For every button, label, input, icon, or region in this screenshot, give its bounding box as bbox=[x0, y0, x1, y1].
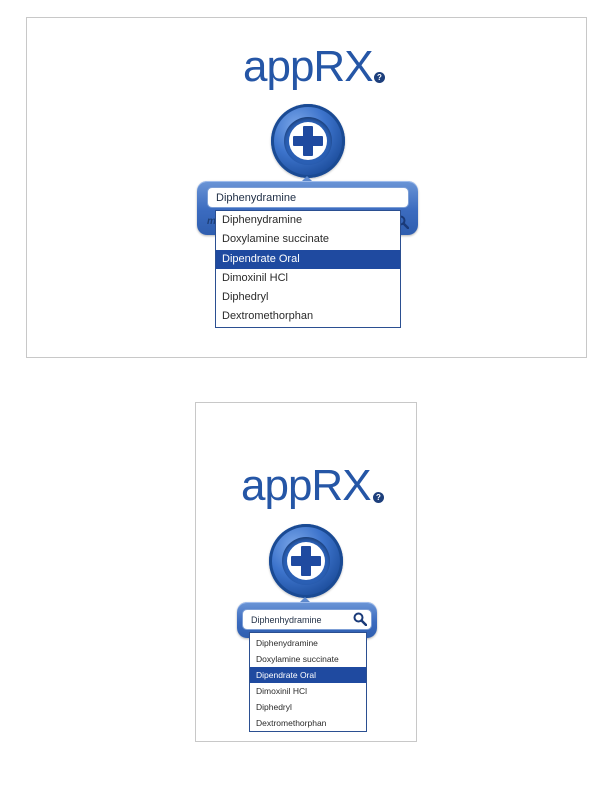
plus-cross-icon[interactable] bbox=[271, 104, 345, 178]
search-input[interactable]: Diphenydramine bbox=[207, 187, 409, 208]
suggestion-item[interactable]: Dimoxinil HCl bbox=[216, 269, 400, 288]
suggestion-item[interactable]: Dextromethorphan bbox=[216, 307, 400, 326]
suggestion-item[interactable]: Doxylamine succinate bbox=[216, 230, 400, 249]
search-input-value: Diphenydramine bbox=[216, 191, 297, 204]
suggestions-dropdown: Diphenydramine Doxylamine succinate Dipe… bbox=[249, 632, 367, 732]
suggestion-item[interactable]: Diphenydramine bbox=[216, 211, 400, 230]
mobile-mockup: appRX ? Diphenhydramine Diphenydramine D… bbox=[195, 402, 417, 742]
suggestions-dropdown: Diphenydramine Doxylamine succinate Dipe… bbox=[215, 210, 401, 328]
suggestion-item[interactable]: Diphedryl bbox=[250, 699, 366, 715]
suggestion-item[interactable]: Doxylamine succinate bbox=[250, 651, 366, 667]
suggestion-item-selected[interactable]: Dipendrate Oral bbox=[250, 667, 366, 683]
plus-cross-icon[interactable] bbox=[269, 524, 343, 598]
app-logo: appRX bbox=[241, 461, 372, 510]
suggestion-item[interactable]: Diphedryl bbox=[216, 288, 400, 307]
search-input-value: Diphenhydramine bbox=[251, 614, 322, 625]
suggestion-item-selected[interactable]: Dipendrate Oral bbox=[216, 249, 400, 269]
help-icon[interactable]: ? bbox=[373, 492, 384, 503]
help-icon[interactable]: ? bbox=[374, 72, 385, 83]
app-logo: appRX bbox=[243, 42, 374, 91]
suggestion-item[interactable]: Dimoxinil HCl bbox=[250, 683, 366, 699]
suggestion-item[interactable]: Dextromethorphan bbox=[250, 715, 366, 731]
search-icon[interactable] bbox=[353, 612, 367, 626]
desktop-mockup: appRX ? m Diphenydramine Diphenydramine … bbox=[26, 17, 587, 358]
suggestion-item[interactable]: Diphenydramine bbox=[250, 635, 366, 651]
